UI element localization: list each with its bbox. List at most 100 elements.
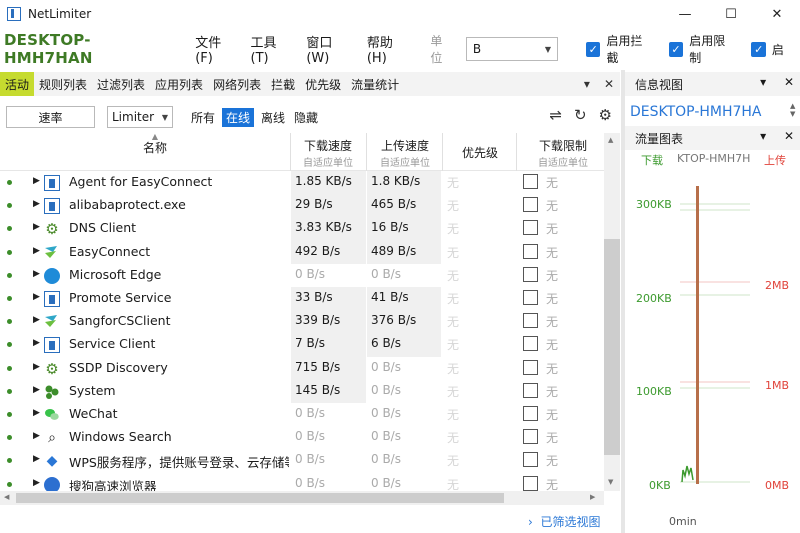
filter-hidden[interactable]: 隐藏 [292, 108, 320, 127]
column-upload[interactable]: 上传速度 自适应单位 [368, 133, 442, 171]
scroll-down-icon[interactable]: ▼ [608, 478, 613, 486]
app-name: System [69, 382, 116, 398]
expand-arrow-icon[interactable]: ▶ [33, 315, 40, 325]
collapse-icon[interactable]: ⇌ [549, 106, 562, 124]
info-host-link[interactable]: DESKTOP-HMH7HA [630, 104, 790, 120]
settings-icon[interactable]: ⚙ [599, 106, 612, 124]
wps-icon: ◆ [46, 453, 58, 470]
expand-arrow-icon[interactable]: ▶ [33, 176, 40, 186]
expand-arrow-icon[interactable]: ▶ [33, 222, 40, 232]
menu-help[interactable]: 帮助(H) [367, 32, 412, 66]
maximize-button[interactable]: ☐ [708, 0, 754, 28]
table-row[interactable]: ▶ Promote Service 33 B/s 41 B/s 无 无 [0, 287, 604, 311]
tab-rules[interactable]: 规则列表 [34, 72, 92, 96]
expand-arrow-icon[interactable]: ▶ [33, 292, 40, 302]
table-row[interactable]: ▶ alibabaprotect.exe 29 B/s 465 B/s 无 无 [0, 194, 604, 218]
expand-arrow-icon[interactable]: ▶ [33, 338, 40, 348]
enable-limits-checkbox[interactable]: ✓ [668, 41, 684, 57]
download-limit-checkbox[interactable] [523, 452, 538, 468]
table-row[interactable]: ▶ ⚙ SSDP Discovery 715 B/s 0 B/s 无 无 [0, 356, 604, 380]
download-limit-checkbox[interactable] [523, 359, 538, 375]
tab-apps[interactable]: 应用列表 [150, 72, 208, 96]
download-limit-checkbox[interactable] [523, 475, 538, 491]
download-limit-checkbox[interactable] [523, 174, 538, 189]
close-icon[interactable]: ✕ [784, 75, 794, 89]
close-icon[interactable]: ✕ [784, 129, 794, 143]
traffic-panel-controls: ▾ ✕ [746, 129, 794, 143]
menu-tools[interactable]: 工具(T) [251, 32, 294, 66]
tab-networks[interactable]: 网络列表 [208, 72, 266, 96]
table-row[interactable]: ▶ Agent for EasyConnect 1.85 KB/s 1.8 KB/s 无… [0, 171, 604, 195]
download-limit-checkbox[interactable] [523, 243, 538, 259]
horizontal-scroll-thumb[interactable] [16, 493, 504, 503]
column-download[interactable]: 下载速度 自适应单位 [292, 133, 364, 171]
tab-filters[interactable]: 过滤列表 [92, 72, 150, 96]
vertical-scrollbar[interactable]: ▲ ▼ [604, 133, 620, 491]
dropdown-icon[interactable]: ▾ [760, 129, 766, 143]
download-limit-checkbox[interactable] [523, 336, 538, 352]
refresh-icon[interactable]: ↻ [574, 106, 587, 124]
vertical-scroll-thumb[interactable] [604, 239, 620, 455]
close-button[interactable]: ✕ [754, 0, 800, 28]
dropdown-icon[interactable]: ▾ [760, 75, 766, 89]
tab-activity[interactable]: 活动 [0, 72, 35, 96]
priority-value: 无 [447, 176, 460, 190]
tab-priority[interactable]: 优先级 [300, 72, 346, 96]
limiter-select[interactable]: Limiter ▼ [107, 106, 173, 128]
scroll-up-icon[interactable]: ▲ [608, 136, 613, 144]
table-row[interactable]: ▶ ⌕ Windows Search 0 B/s 0 B/s 无 无 [0, 426, 604, 449]
expand-arrow-icon[interactable]: ▶ [33, 246, 40, 256]
table-row[interactable]: ▶ WeChat 0 B/s 0 B/s 无 无 [0, 403, 604, 426]
table-row[interactable]: ▶ Microsoft Edge 0 B/s 0 B/s 无 无 [0, 264, 604, 287]
enable-blocking-checkbox[interactable]: ✓ [586, 41, 601, 57]
download-limit-checkbox[interactable] [523, 313, 538, 329]
download-limit-checkbox[interactable] [523, 382, 538, 398]
download-limit-checkbox[interactable] [523, 197, 538, 213]
table-row[interactable]: ▶ ◆ WPS服务程序，提供账号登录、云存储等 0 B/s 0 B/s 无 无 [0, 449, 604, 472]
tab-traffic-stats[interactable]: 流量统计 [346, 72, 404, 96]
app-name: SangforCSClient [69, 313, 171, 329]
unit-select[interactable]: B ▼ [465, 37, 558, 61]
enable-extra-checkbox[interactable]: ✓ [751, 41, 766, 57]
filter-all[interactable]: 所有 [189, 108, 217, 127]
column-priority[interactable]: 优先级 [444, 133, 516, 171]
info-scroll-icon[interactable]: ▲ ▼ [790, 102, 795, 118]
edge-icon [44, 267, 60, 284]
download-rate: 145 B/s [291, 379, 366, 403]
download-limit-checkbox[interactable] [523, 266, 538, 282]
download-limit-checkbox[interactable] [523, 290, 538, 305]
expand-arrow-icon[interactable]: ▶ [33, 199, 40, 209]
expand-arrow-icon[interactable]: ▶ [33, 362, 40, 372]
horizontal-scrollbar[interactable]: ◀ ▶ [0, 491, 604, 505]
table-row[interactable]: ▶ Service Client 7 B/s 6 B/s 无 无 [0, 333, 604, 357]
table-row[interactable]: ▶ SangforCSClient 339 B/s 376 B/s 无 无 [0, 310, 604, 334]
gear-icon: ⚙ [45, 220, 59, 239]
table-row[interactable]: ▶ System 145 B/s 0 B/s 无 无 [0, 379, 604, 403]
expand-arrow-icon[interactable]: ▶ [33, 385, 40, 395]
column-download-limit[interactable]: 下载限制 自适应单位 [518, 133, 604, 171]
expand-arrow-icon[interactable]: ▶ [33, 454, 40, 464]
menu-file[interactable]: 文件(F) [195, 32, 237, 66]
menu-window[interactable]: 窗口(W) [306, 32, 354, 66]
expand-arrow-icon[interactable]: ▶ [33, 408, 40, 418]
filter-offline[interactable]: 离线 [259, 108, 287, 127]
dropdown-icon[interactable]: ▾ [584, 77, 590, 91]
table-row[interactable]: ▶ 搜狗高速浏览器 0 B/s 0 B/s 无 无 [0, 473, 604, 491]
scroll-right-icon[interactable]: ▶ [590, 493, 595, 501]
table-row[interactable]: ▶ EasyConnect 492 B/s 489 B/s 无 无 [0, 240, 604, 264]
close-icon[interactable]: ✕ [604, 77, 614, 91]
tab-blocker[interactable]: 拦截 [266, 72, 300, 96]
download-limit-checkbox[interactable] [523, 429, 538, 445]
download-limit-checkbox[interactable] [523, 220, 538, 236]
table-row[interactable]: ▶ ⚙ DNS Client 3.83 KB/s 16 B/s 无 无 [0, 217, 604, 241]
expand-arrow-icon[interactable]: ▶ [33, 478, 40, 488]
filter-online[interactable]: 在线 [222, 107, 255, 127]
filtered-view-link[interactable]: › 已筛选视图 [528, 513, 600, 530]
download-limit-checkbox[interactable] [523, 406, 538, 421]
column-name[interactable]: ▲ 名称 [20, 133, 290, 171]
scroll-left-icon[interactable]: ◀ [4, 493, 9, 501]
expand-arrow-icon[interactable]: ▶ [33, 269, 40, 279]
minimize-button[interactable]: — [662, 0, 708, 28]
speed-button[interactable]: 速率 [6, 106, 95, 128]
expand-arrow-icon[interactable]: ▶ [33, 431, 40, 441]
